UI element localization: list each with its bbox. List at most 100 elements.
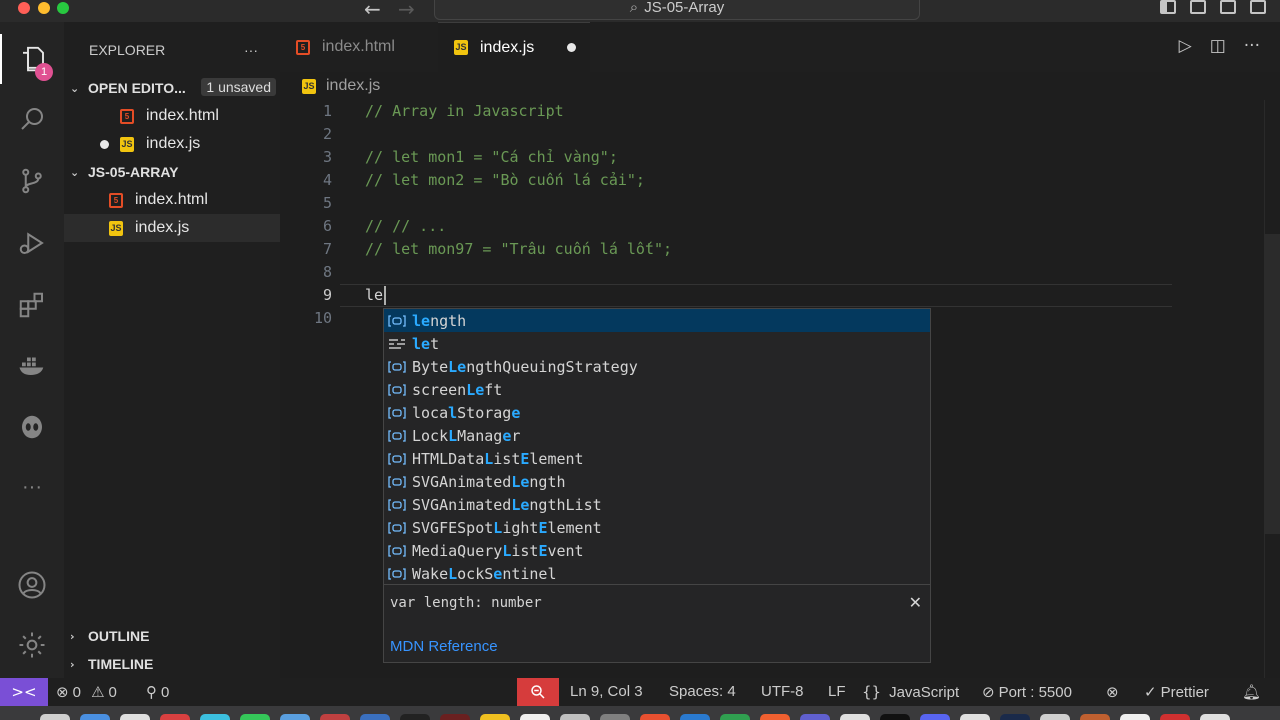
encoding[interactable]: UTF-8 [761,678,804,706]
settings-gear-icon[interactable] [0,620,64,670]
dock-app-icon[interactable] [800,714,830,720]
code-line[interactable]: 7 // let mon97 = "Trâu cuốn lá lốt"; [280,238,1180,261]
suggestion-item[interactable]: WakeLockSentinel [384,562,930,585]
file-item-html[interactable]: 5 index.html [64,186,280,214]
dock-app-icon[interactable] [1000,714,1030,720]
dock-app-icon[interactable] [880,714,910,720]
dock-app-icon[interactable] [400,714,430,720]
dock-app-icon[interactable] [80,714,110,720]
explorer-more-icon[interactable]: ··· [244,42,258,58]
dock-app-icon[interactable] [320,714,350,720]
suggestion-item[interactable]: LockLManager [384,424,930,447]
breadcrumb-file[interactable]: index.js [326,77,380,95]
dock-app-icon[interactable] [40,714,70,720]
suggestion-item[interactable]: length [384,309,930,332]
close-window-button[interactable] [18,2,30,14]
dock-app-icon[interactable] [1080,714,1110,720]
code-line[interactable]: 9 le [280,284,1180,307]
code-line[interactable]: 5 [280,192,1180,215]
dock-app-icon[interactable] [160,714,190,720]
dock-app-icon[interactable] [560,714,590,720]
dock-app-icon[interactable] [360,714,390,720]
run-debug-icon[interactable] [0,218,64,268]
folder-section[interactable]: ⌄ JS-05-ARRAY [64,158,280,186]
alien-icon[interactable] [0,402,64,452]
code-line[interactable]: 2 [280,123,1180,146]
dock-app-icon[interactable] [520,714,550,720]
back-arrow-icon[interactable]: ← [364,0,381,21]
suggestion-item[interactable]: SVGAnimatedLengthList [384,493,930,516]
dock-app-icon[interactable] [680,714,710,720]
dock-app-icon[interactable] [920,714,950,720]
indentation[interactable]: Spaces: 4 [669,678,736,706]
notifications-off-icon[interactable]: ⊗ [1106,678,1123,706]
forward-arrow-icon[interactable]: → [398,0,415,21]
live-server-port[interactable]: ⊘ Port : 5500 [982,678,1072,706]
outline-section[interactable]: › OUTLINE [64,622,280,650]
mdn-reference-link[interactable]: MDN Reference [390,638,498,655]
file-item-js[interactable]: JS index.js [64,214,280,242]
suggestion-item[interactable]: MediaQueryListEvent [384,539,930,562]
scrollbar-thumb[interactable] [1264,234,1280,534]
dock-app-icon[interactable] [720,714,750,720]
dock-app-icon[interactable] [640,714,670,720]
tab-index-js[interactable]: JS index.js [438,22,590,72]
run-icon[interactable]: ▷ [1179,36,1192,56]
code-line[interactable]: 3 // let mon1 = "Cá chỉ vàng"; [280,146,1180,169]
suggestion-item[interactable]: localStorage [384,401,930,424]
docker-icon[interactable] [0,340,64,390]
explorer-icon[interactable]: 1 [0,34,64,84]
extensions-icon[interactable] [0,280,64,330]
more-icon[interactable]: ··· [0,462,64,512]
suggestion-item[interactable]: SVGAnimatedLength [384,470,930,493]
toggle-panel-icon[interactable] [1190,0,1206,14]
code-line[interactable]: 6 // // ... [280,215,1180,238]
zoom-window-button[interactable] [57,2,69,14]
cursor-position[interactable]: Ln 9, Col 3 [570,678,643,706]
open-editor-item-js[interactable]: JS index.js [64,130,280,158]
dock-app-icon[interactable] [1120,714,1150,720]
command-center[interactable]: ⌕ JS-05-Array [434,0,920,20]
dock-app-icon[interactable] [1040,714,1070,720]
minimize-window-button[interactable] [38,2,50,14]
close-icon[interactable]: ✕ [909,593,922,612]
suggestion-item[interactable]: ByteLengthQueuingStrategy [384,355,930,378]
suggestion-item[interactable]: let [384,332,930,355]
dock-app-icon[interactable] [600,714,630,720]
suggestion-item[interactable]: SVGFESpotLightElement [384,516,930,539]
end-of-line[interactable]: LF [828,678,846,706]
split-editor-icon[interactable]: ◫ [1210,36,1226,56]
dock-app-icon[interactable] [840,714,870,720]
suggestion-item[interactable]: HTMLDataListElement [384,447,930,470]
unsaved-dot-icon[interactable] [567,43,576,52]
dock-app-icon[interactable] [480,714,510,720]
code-line[interactable]: 4 // let mon2 = "Bò cuốn lá cải"; [280,169,1180,192]
code-line[interactable]: 8 [280,261,1180,284]
more-actions-icon[interactable]: ··· [1244,36,1260,56]
tab-index-html[interactable]: 5 index.html [280,22,438,72]
dock-app-icon[interactable] [960,714,990,720]
zoom-search-icon[interactable] [517,678,559,706]
open-editors-section[interactable]: ⌄ OPEN EDITO... 1 unsaved [64,74,280,102]
timeline-section[interactable]: › TIMELINE [64,650,280,678]
problems-indicator[interactable]: ⊗ 0 ⚠ 0 [56,678,117,706]
open-editor-item-html[interactable]: 5 index.html [64,102,280,130]
toggle-primary-sidebar-icon[interactable] [1160,0,1176,14]
dock-app-icon[interactable] [1200,714,1230,720]
dock-app-icon[interactable] [240,714,270,720]
dock-app-icon[interactable] [280,714,310,720]
dock-app-icon[interactable] [1160,714,1190,720]
ports-indicator[interactable]: ⚲ 0 [146,678,169,706]
search-icon[interactable] [0,94,64,144]
account-icon[interactable] [0,560,64,610]
language-mode[interactable]: {} JavaScript [862,678,959,706]
remote-indicator-icon[interactable]: >< [0,678,48,706]
code-line[interactable]: 1 // Array in Javascript [280,100,1180,123]
prettier-status[interactable]: ✓ Prettier [1144,678,1209,706]
toggle-secondary-sidebar-icon[interactable] [1220,0,1236,14]
bell-icon[interactable]: 🔔︎ [1242,678,1265,706]
suggestion-item[interactable]: screenLeft [384,378,930,401]
dock-app-icon[interactable] [760,714,790,720]
dock-app-icon[interactable] [120,714,150,720]
source-control-icon[interactable] [0,156,64,206]
